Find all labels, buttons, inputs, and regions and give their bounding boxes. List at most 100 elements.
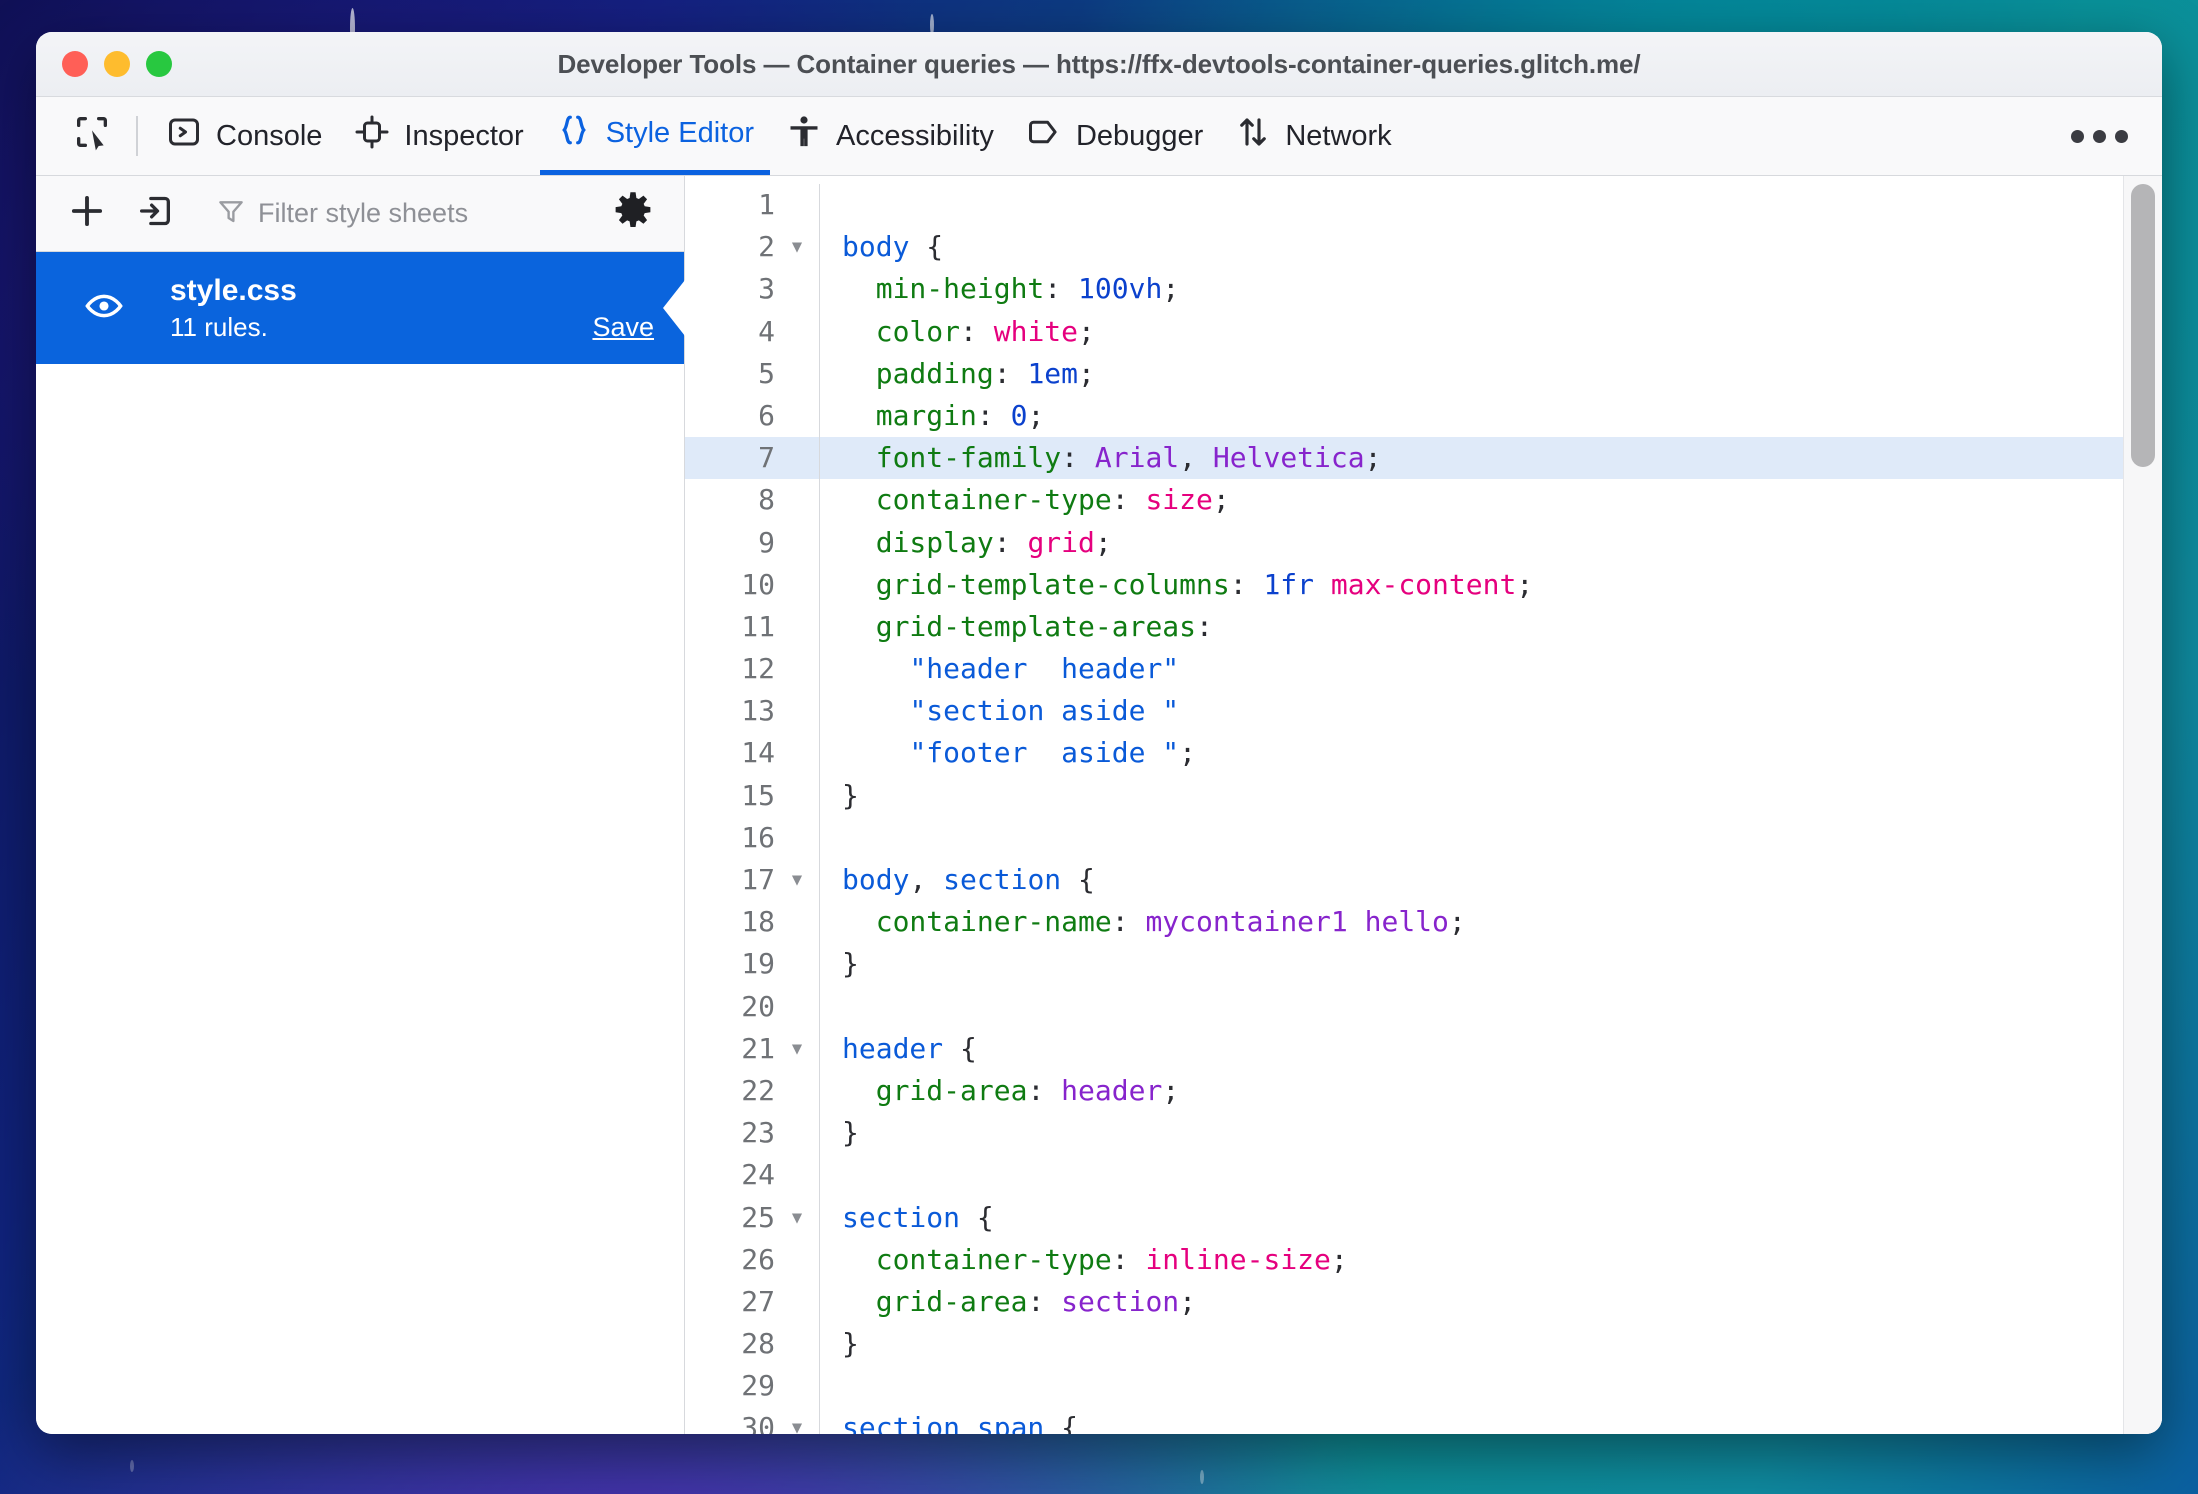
token-prop: grid-template-areas [875, 609, 1197, 643]
code-line[interactable]: 27 grid-area: section; [685, 1280, 2123, 1324]
code-line[interactable]: 15} [685, 774, 2123, 817]
code-line[interactable]: 30 ▼ section span { [685, 1407, 2123, 1434]
code-line[interactable]: 25 ▼ section { [685, 1196, 2123, 1239]
save-stylesheet-link[interactable]: Save [592, 312, 654, 343]
new-stylesheet-button[interactable] [58, 185, 116, 243]
tab-inspector[interactable]: Inspector [338, 97, 539, 175]
stylesheet-item-style-css[interactable]: style.css 11 rules. Save [36, 252, 685, 364]
code-line[interactable]: 21 ▼ header { [685, 1027, 2123, 1070]
css-source-code[interactable]: 1 2 ▼ body {3 min-height: 100vh; 4 color: wh… [685, 176, 2123, 1434]
tab-style-editor-label: Style Editor [605, 117, 754, 149]
fold-toggle-icon[interactable]: ▼ [775, 226, 819, 268]
code-line-text: padding: 1em; [820, 353, 2123, 395]
code-line[interactable]: 23} [685, 1112, 2123, 1155]
minimize-button[interactable] [104, 51, 130, 77]
curly-braces-icon [556, 112, 592, 156]
code-line[interactable]: 28} [685, 1323, 2123, 1366]
token-sel: section [943, 863, 1062, 896]
code-line[interactable]: 11 grid-template-areas: [685, 605, 2123, 649]
code-line[interactable]: 24 [685, 1154, 2123, 1197]
editor-scrollbar-thumb[interactable] [2131, 184, 2155, 467]
token-prop: display [875, 525, 994, 559]
token-val: max-content [1330, 567, 1517, 601]
code-line[interactable]: 22 grid-area: header; [685, 1069, 2123, 1113]
overflow-dot-1 [2071, 129, 2084, 143]
code-line[interactable]: 3 min-height: 100vh; [685, 268, 2123, 311]
tab-debugger[interactable]: Debugger [1010, 97, 1219, 175]
toolbar-overflow-button[interactable] [2071, 97, 2128, 175]
editor-vertical-scrollbar[interactable] [2123, 176, 2162, 1434]
import-icon [135, 191, 175, 236]
code-line-text: header { [820, 1028, 2123, 1070]
code-line[interactable]: 16 [685, 816, 2123, 859]
toggle-stylesheet-visibility-button[interactable] [76, 285, 132, 332]
tab-network[interactable]: Network [1219, 97, 1407, 175]
code-line[interactable]: 19} [685, 943, 2123, 986]
code-line-text: body, section { [820, 859, 2123, 901]
token-prop: margin [875, 398, 977, 432]
zoom-button[interactable] [146, 51, 172, 77]
code-line[interactable]: 1 [685, 184, 2123, 227]
token-punc: : [1229, 567, 1264, 601]
element-picker-button[interactable] [58, 97, 124, 175]
code-line[interactable]: 13 "section aside " [685, 690, 2123, 733]
line-number: 3 [758, 272, 775, 306]
stylesheet-settings-button[interactable] [604, 185, 662, 243]
code-line[interactable]: 12 "header header" [685, 648, 2123, 691]
code-line[interactable]: 14 "footer aside "; [685, 732, 2123, 775]
token-punc: ; [1212, 483, 1230, 517]
code-line-text: grid-template-columns: 1fr max-content; [820, 564, 2123, 606]
token-sel: body [842, 863, 910, 896]
line-number: 16 [741, 820, 775, 854]
fold-toggle-icon[interactable]: ▼ [775, 1028, 819, 1070]
code-line[interactable]: 17 ▼ body, section { [685, 859, 2123, 902]
selected-indicator-arrow [663, 280, 685, 336]
import-stylesheet-button[interactable] [126, 185, 184, 243]
token-kw: Helvetica [1212, 441, 1365, 475]
token-kw: mycontainer1 hello [1145, 905, 1449, 939]
code-line[interactable]: 20 [685, 985, 2123, 1028]
token-kw: header [1061, 1073, 1163, 1107]
code-line[interactable]: 10 grid-template-columns: 1fr max-conten… [685, 563, 2123, 606]
tab-console[interactable]: Console [150, 97, 338, 175]
code-line[interactable]: 26 container-type: inline-size; [685, 1238, 2123, 1281]
code-line[interactable]: 5 padding: 1em; [685, 352, 2123, 395]
line-number: 19 [741, 947, 775, 981]
code-line-text: } [820, 1323, 2123, 1365]
code-line[interactable]: 2 ▼ body { [685, 226, 2123, 269]
tab-style-editor[interactable]: Style Editor [539, 97, 770, 175]
token-sel: header [842, 1031, 944, 1065]
token-punc: { [960, 1031, 977, 1065]
code-line-text: } [820, 1112, 2123, 1154]
style-editor-pane: 1 2 ▼ body {3 min-height: 100vh; 4 color: wh… [685, 176, 2162, 1434]
stylesheet-name: style.css [170, 273, 297, 307]
line-number: 6 [758, 398, 775, 432]
line-number: 10 [741, 567, 775, 601]
code-line[interactable]: 6 margin: 0; [685, 394, 2123, 438]
token-num: 1fr [1263, 567, 1315, 601]
fold-toggle-icon[interactable]: ▼ [775, 859, 819, 901]
code-line[interactable]: 29 [685, 1365, 2123, 1408]
stylesheet-item-info: style.css 11 rules. Save [132, 274, 684, 343]
tab-accessibility[interactable]: Accessibility [770, 97, 1010, 175]
code-line[interactable]: 7 font-family: Arial, Helvetica; [685, 437, 2123, 480]
code-line[interactable]: 9 display: grid; [685, 521, 2123, 564]
code-line[interactable]: 18 container-name: mycontainer1 hello; [685, 901, 2123, 944]
code-line[interactable]: 8 container-type: size; [685, 479, 2123, 522]
fold-toggle-icon[interactable]: ▼ [775, 1407, 819, 1434]
close-button[interactable] [62, 51, 88, 77]
code-line[interactable]: 4 color: white; [685, 310, 2123, 353]
fold-toggle-icon[interactable]: ▼ [775, 1197, 819, 1239]
filter-stylesheets-input[interactable]: Filter style sheets [194, 196, 594, 231]
